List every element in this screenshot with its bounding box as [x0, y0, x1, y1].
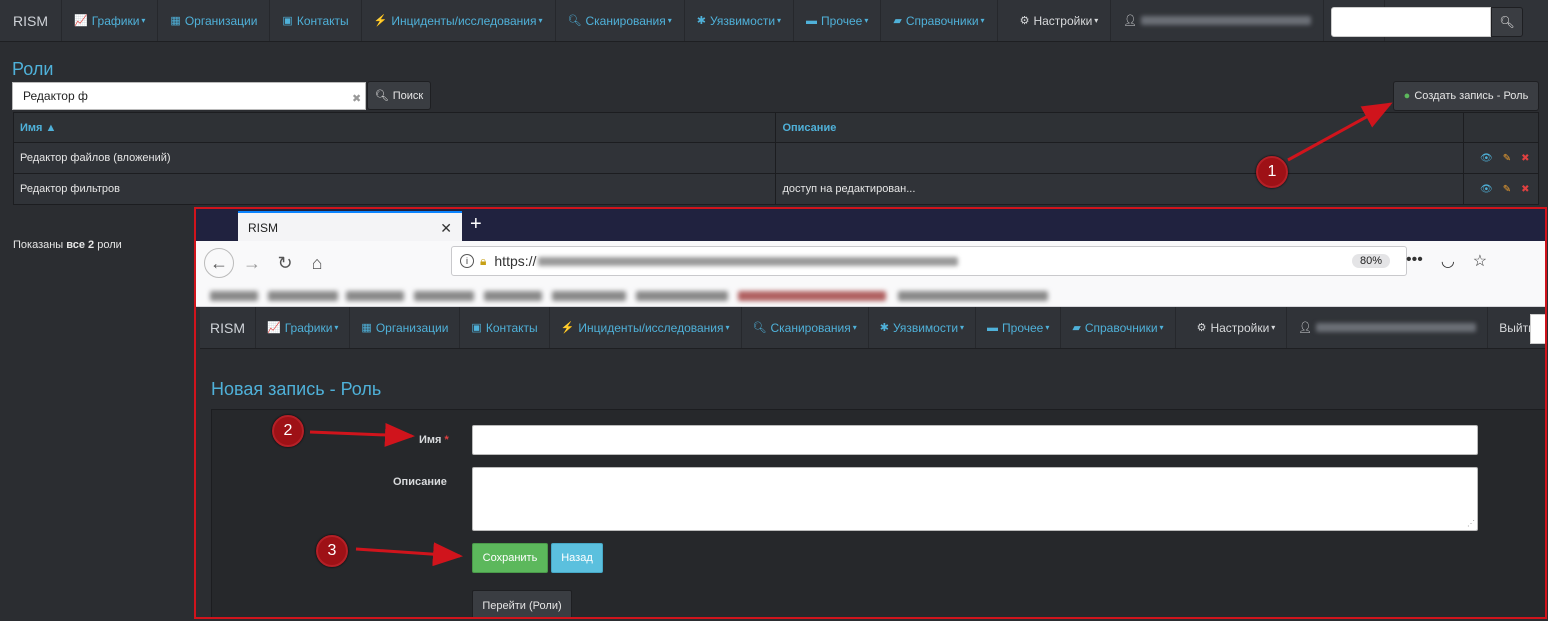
annotation-marker-1: 1 [1256, 156, 1288, 188]
arrow-2 [309, 422, 415, 447]
arrow-1 [1287, 102, 1393, 162]
arrow-3 [355, 542, 463, 567]
annotation-marker-3: 3 [316, 535, 348, 567]
annotation-arrows [309, 102, 1393, 567]
annotation-marker-2: 2 [272, 415, 304, 447]
